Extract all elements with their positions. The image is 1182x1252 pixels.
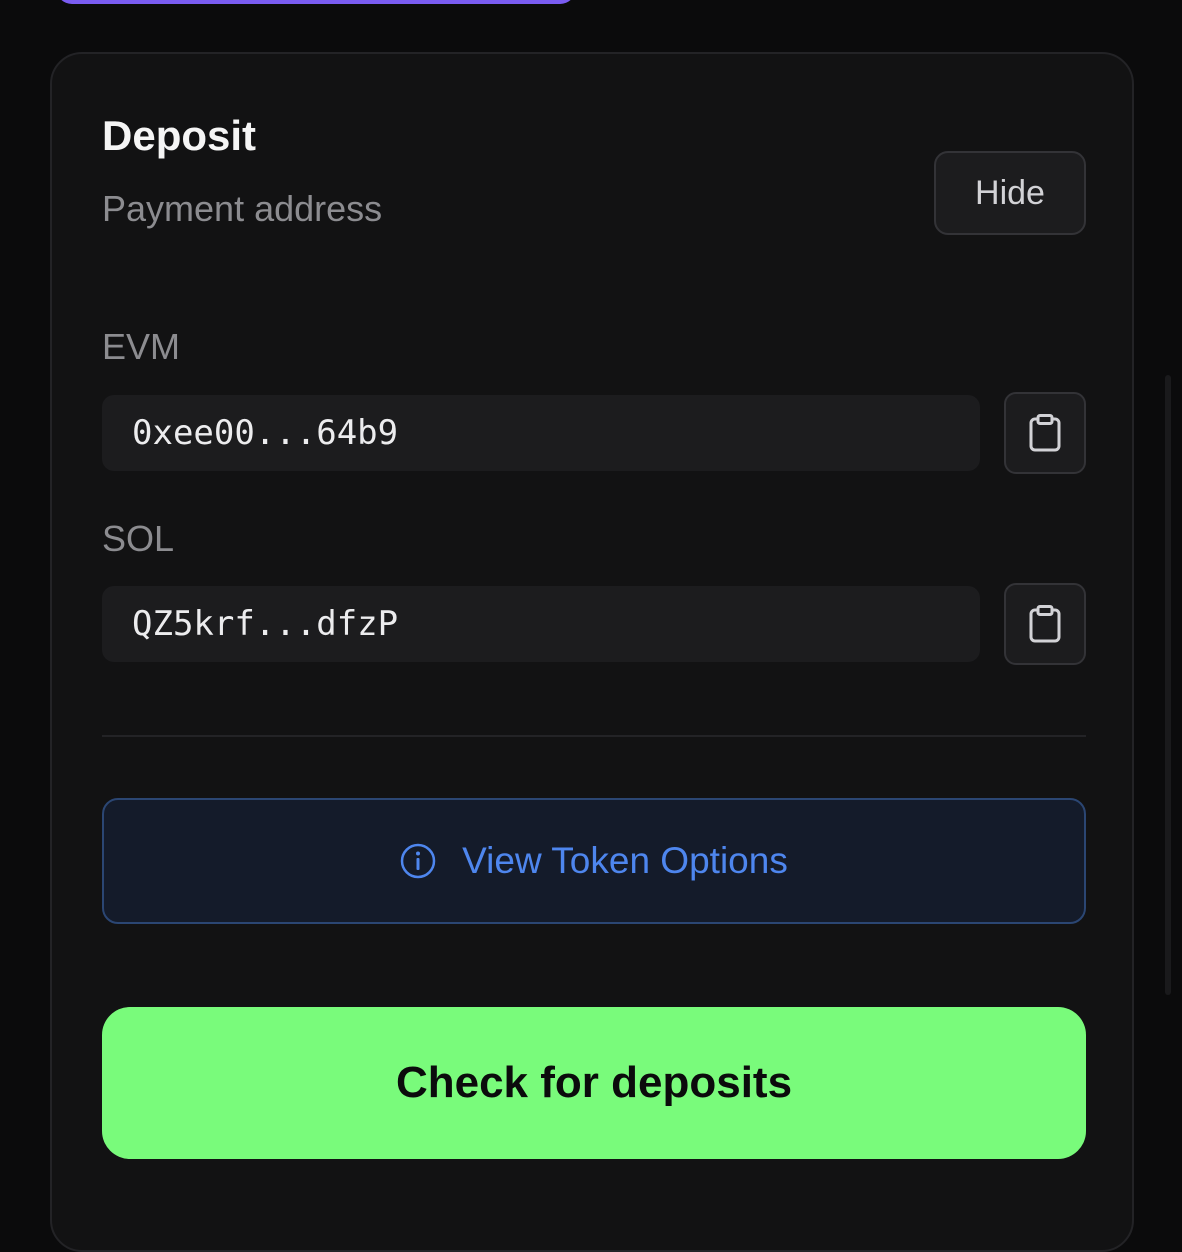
view-token-options-button[interactable]: View Token Options bbox=[102, 798, 1086, 924]
evm-label: EVM bbox=[102, 326, 181, 367]
top-action-button[interactable] bbox=[56, 0, 576, 4]
divider bbox=[102, 735, 1086, 737]
deposit-title: Deposit bbox=[102, 112, 257, 159]
sol-address-field[interactable]: QZ5krf...dfzP bbox=[102, 586, 980, 662]
clipboard-icon bbox=[1029, 414, 1061, 452]
scrollbar[interactable] bbox=[1165, 375, 1171, 995]
view-token-options-label: View Token Options bbox=[462, 840, 788, 881]
deposit-card: Deposit Payment address Hide EVM 0xee00.… bbox=[50, 52, 1134, 1252]
evm-copy-button[interactable] bbox=[1004, 392, 1086, 474]
deposit-subtitle: Payment address bbox=[102, 188, 383, 229]
sol-label: SOL bbox=[102, 518, 175, 559]
hide-button[interactable]: Hide bbox=[934, 151, 1086, 235]
info-icon bbox=[400, 843, 436, 879]
check-for-deposits-button[interactable]: Check for deposits bbox=[102, 1007, 1086, 1159]
sol-copy-button[interactable] bbox=[1004, 583, 1086, 665]
evm-address-field[interactable]: 0xee00...64b9 bbox=[102, 395, 980, 471]
clipboard-icon bbox=[1029, 605, 1061, 643]
